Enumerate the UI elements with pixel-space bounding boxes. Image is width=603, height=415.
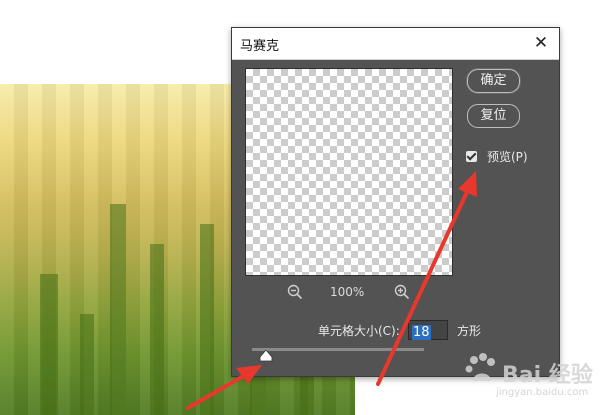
cell-size-row: 单元格大小(C): 18 方形 <box>232 320 559 340</box>
baidu-jingyan-watermark: Bai 经验 jingyan.baidu.com <box>462 345 594 405</box>
paw-logo-icon <box>465 353 495 381</box>
preview-checkbox[interactable]: 预览(P) <box>466 148 528 164</box>
reset-button[interactable]: 复位 <box>467 104 520 128</box>
cell-size-label: 单元格大小(C): <box>318 324 400 338</box>
watermark-text: Bai 经验 <box>502 363 593 388</box>
cell-size-input[interactable]: 18 <box>408 320 448 340</box>
zoom-out-icon[interactable] <box>287 284 303 300</box>
close-icon[interactable]: ✕ <box>531 33 551 53</box>
slider-thumb-icon[interactable] <box>259 350 273 362</box>
cell-size-unit: 方形 <box>457 324 482 338</box>
cell-size-slider-track[interactable] <box>252 348 424 351</box>
ok-button[interactable]: 确定 <box>467 69 520 93</box>
dialog-titlebar[interactable]: 马赛克 ✕ <box>232 28 559 60</box>
mosaic-dialog: 马赛克 ✕ 确定 复位 预览(P) 100% 单元格大小(C): 18 方形 <box>231 27 560 377</box>
watermark-url: jingyan.baidu.com <box>496 387 589 398</box>
cell-size-value[interactable]: 18 <box>412 325 431 340</box>
zoom-level-readout: 100% <box>330 285 365 299</box>
preview-checkbox-label: 预览(P) <box>487 149 528 164</box>
zoom-in-icon[interactable] <box>394 284 410 300</box>
checkbox-check-icon[interactable] <box>466 150 477 162</box>
zoom-controls: 100% <box>232 284 559 302</box>
filter-preview-area[interactable] <box>245 68 453 276</box>
dialog-title: 马赛克 <box>240 39 280 54</box>
